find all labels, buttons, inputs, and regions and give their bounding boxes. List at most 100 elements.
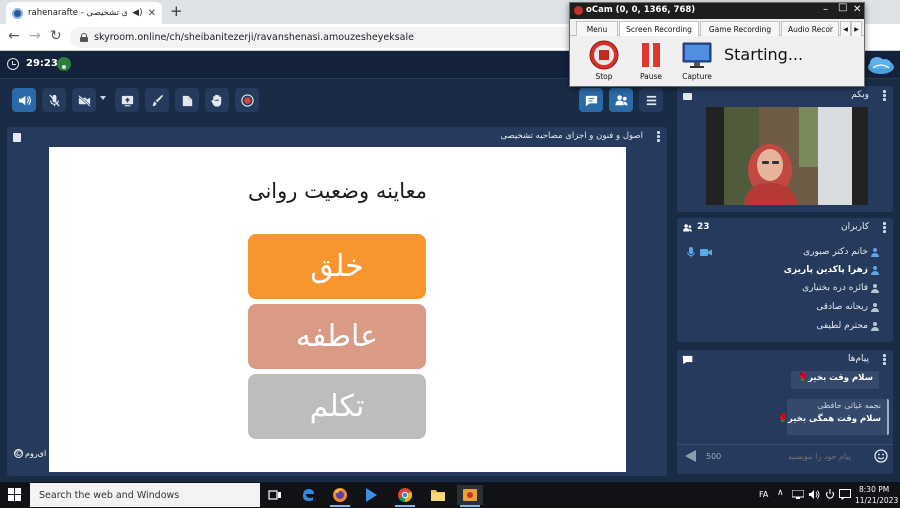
pause-label: Pause	[639, 72, 663, 81]
emoji-icon[interactable]	[874, 449, 888, 463]
presentation-panel: اصول و فنون و اجزای مصاحبه تشخیصی معاینه…	[7, 127, 667, 476]
user-row[interactable]: محترم لطیفی	[816, 317, 879, 335]
chevron-left-icon[interactable]: ◀	[840, 21, 851, 36]
user-name: خانم دکتر صبوری	[803, 247, 868, 257]
webcam-video	[706, 107, 868, 205]
browser-tab[interactable]: rahenarafte - ﻫﻪ ی تشخیصی ◀) ✕	[6, 2, 162, 24]
file-button[interactable]	[175, 88, 199, 112]
windows-start-icon[interactable]	[8, 488, 22, 502]
webcam-panel: وبکم	[677, 86, 893, 212]
message-item: سلام وقت بخیر🌹	[791, 371, 879, 389]
slide-canvas: معاینه وضعیت روانی خلق عاطفه تکلم	[49, 147, 626, 472]
chevron-down-icon[interactable]	[100, 96, 106, 100]
message-composer: 500	[677, 444, 893, 468]
reload-icon[interactable]: ↻	[50, 28, 62, 44]
input-language[interactable]: FA	[759, 490, 768, 499]
document-icon	[13, 133, 21, 142]
user-name: محترم لطیفی	[816, 321, 868, 331]
users-panel-title: کاربران	[841, 222, 869, 232]
taskbar-time[interactable]: 8:30 PM	[859, 485, 889, 494]
minimize-icon[interactable]: –	[823, 4, 828, 15]
taskbar-edge-button[interactable]	[295, 485, 321, 505]
forward-arrow-icon[interactable]: →	[29, 28, 41, 44]
ocam-stop-button[interactable]: Stop	[584, 40, 624, 81]
ocam-titlebar: oCam (0, 0, 1366, 768) – □ ✕	[570, 2, 864, 19]
ocam-capture-button[interactable]: Capture	[677, 40, 717, 81]
send-icon[interactable]	[685, 450, 696, 462]
close-icon[interactable]: ✕	[853, 4, 861, 15]
ocam-tabs: Menu Screen Recording Game Recording Aud…	[570, 21, 864, 36]
taskbar-date[interactable]: 11/21/2023	[855, 496, 898, 505]
raise-hand-button[interactable]	[205, 88, 229, 112]
menu-button[interactable]	[639, 88, 663, 112]
ocam-title: oCam (0, 0, 1366, 768)	[586, 5, 696, 15]
taskbar-explorer-button[interactable]	[425, 485, 451, 505]
close-icon[interactable]: ✕	[148, 8, 156, 19]
ocam-tab-game-recording[interactable]: Game Recording	[700, 21, 780, 36]
ocam-tab-menu[interactable]: Menu	[576, 21, 618, 36]
users-panel: 23 کاربران خانم دکتر صبوری زهرا پاکدین پ…	[677, 218, 893, 342]
task-view-button[interactable]	[262, 485, 288, 505]
message-sender: نجمه غیاثی حافظی	[817, 401, 881, 410]
users-button[interactable]	[609, 88, 633, 112]
record-button[interactable]	[235, 88, 259, 112]
cloud-logo	[868, 57, 894, 74]
camera-icon[interactable]	[700, 248, 712, 257]
volume-icon[interactable]	[808, 489, 820, 500]
more-options-icon[interactable]	[657, 131, 660, 142]
messages-panel: پیام‌ها سلام وقت بخیر🌹 نجمه غیاثی حافظی …	[677, 350, 893, 474]
maximize-icon[interactable]: □	[838, 2, 847, 13]
back-arrow-icon[interactable]: ←	[8, 28, 20, 44]
taskbar-chrome-button[interactable]	[392, 485, 418, 507]
stop-icon	[589, 40, 619, 70]
ocam-pause-button[interactable]: Pause	[631, 40, 671, 81]
ocam-app-icon	[463, 489, 477, 501]
user-icon	[871, 265, 879, 275]
network-icon[interactable]	[792, 490, 804, 499]
message-input[interactable]	[725, 448, 855, 465]
brand-badge: © ای‌روم	[14, 449, 46, 458]
firefox-icon	[333, 488, 347, 502]
more-options-icon[interactable]	[883, 222, 886, 233]
taskbar-media-button[interactable]	[358, 485, 384, 505]
ocam-tab-screen-recording[interactable]: Screen Recording	[619, 21, 699, 36]
camera-button[interactable]	[72, 88, 96, 112]
mic-off-icon	[48, 93, 60, 107]
chevron-right-icon[interactable]: ▶	[851, 21, 862, 36]
mic-icon[interactable]	[687, 247, 695, 258]
capture-label: Capture	[682, 72, 712, 81]
webcam-panel-title: وبکم	[851, 90, 869, 100]
webcam-feed-image	[706, 107, 868, 205]
power-icon[interactable]	[825, 489, 835, 500]
pause-icon	[642, 43, 660, 67]
screen-share-button[interactable]	[115, 88, 139, 112]
more-options-icon[interactable]	[883, 354, 886, 365]
folder-icon	[431, 490, 445, 501]
ocam-tab-audio-recording[interactable]: Audio Recor	[781, 21, 839, 36]
user-row[interactable]: ریحانه صادقی	[816, 298, 879, 316]
taskbar-search-input[interactable]: Search the web and Windows	[30, 483, 260, 507]
users-icon	[614, 94, 628, 105]
user-row[interactable]: فائزه دره بختیاری	[802, 279, 879, 297]
notification-icon[interactable]	[839, 489, 851, 500]
chevron-up-icon[interactable]: ∧	[777, 488, 784, 498]
taskbar-firefox-button[interactable]	[327, 485, 353, 507]
clock-icon	[7, 58, 19, 70]
plus-icon[interactable]: +	[170, 2, 183, 20]
camera-off-icon	[77, 94, 91, 107]
more-options-icon[interactable]	[883, 90, 886, 101]
lock-icon	[80, 33, 88, 42]
user-row[interactable]: خانم دکتر صبوری	[803, 243, 879, 261]
taskbar-ocam-button[interactable]	[457, 485, 483, 507]
speaker-icon[interactable]: ◀)	[132, 8, 142, 18]
users-count: 23	[697, 222, 710, 232]
speaker-button[interactable]	[12, 88, 36, 112]
user-row[interactable]: زهرا پاکدین پاریزی	[784, 261, 879, 279]
edge-icon	[303, 489, 314, 501]
whiteboard-button[interactable]	[145, 88, 169, 112]
ocam-app-icon	[574, 6, 583, 15]
microphone-button[interactable]	[42, 88, 66, 112]
chat-button[interactable]	[579, 88, 603, 112]
taskbar-search-placeholder: Search the web and Windows	[39, 489, 180, 501]
url-text: skyroom.online/ch/sheibanitezerji/ravans…	[94, 32, 414, 43]
